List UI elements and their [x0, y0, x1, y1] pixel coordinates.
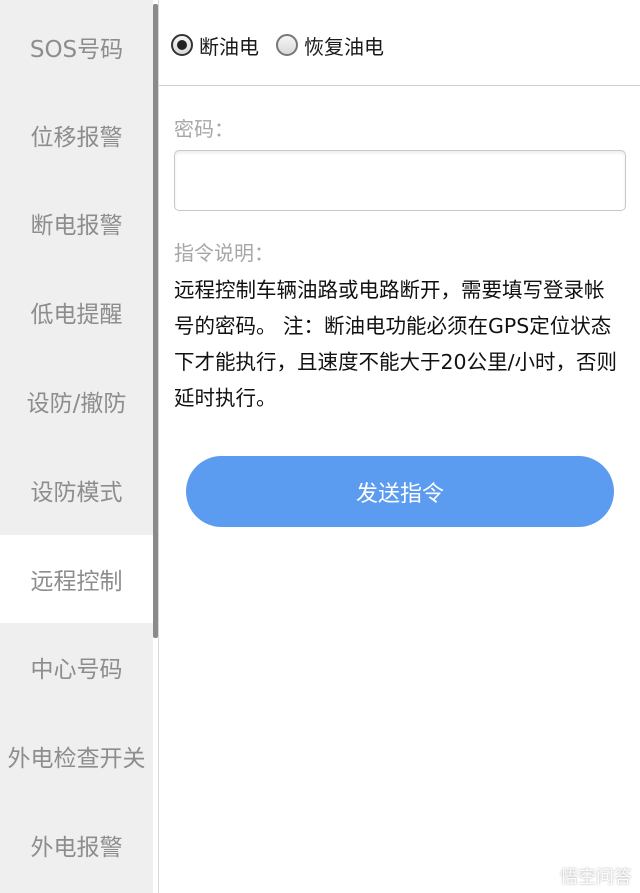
radio-group: 断油电 恢复油电 [159, 0, 640, 86]
radio-checked-icon[interactable] [171, 34, 193, 56]
radio-label: 恢复油电 [304, 34, 384, 59]
radio-unchecked-icon[interactable] [276, 34, 298, 56]
sidebar-item-sos-number[interactable]: SOS号码 [0, 3, 153, 91]
watermark: 悟空问答 [534, 863, 632, 889]
chat-bubble-icon [534, 867, 556, 886]
sidebar-item-label: 设防模式 [30, 480, 123, 506]
radio-restore-fuel[interactable]: 恢复油电 [276, 31, 384, 59]
sidebar-item-remote-control[interactable]: 远程控制 [0, 535, 153, 623]
sidebar-item-displacement-alarm[interactable]: 位移报警 [0, 91, 153, 179]
sidebar-item-label: 设防/撤防 [26, 391, 127, 417]
radio-cut-fuel[interactable]: 断油电 [171, 31, 259, 59]
password-input[interactable] [174, 150, 626, 211]
sidebar-item-low-battery[interactable]: 低电提醒 [0, 268, 153, 356]
password-label: 密码： [174, 117, 234, 141]
radio-label: 断油电 [199, 34, 259, 59]
sidebar-item-label: 低电提醒 [30, 302, 123, 328]
watermark-text: 悟空问答 [560, 867, 632, 888]
sidebar-item-label: 位移报警 [30, 125, 123, 151]
sidebar-item-label: 外电报警 [30, 835, 123, 861]
sidebar-item-external-power-check[interactable]: 外电检查开关 [0, 712, 153, 800]
sidebar-item-label: 外电检查开关 [7, 746, 146, 772]
sidebar-item-label: 断电报警 [30, 213, 123, 239]
sidebar: SOS号码 位移报警 断电报警 低电提醒 设防/撤防 设防模式 远程控制 中心号… [0, 0, 153, 893]
sidebar-item-power-off-alarm[interactable]: 断电报警 [0, 179, 153, 267]
send-command-button[interactable]: 发送指令 [186, 456, 614, 527]
sidebar-item-external-power-alarm[interactable]: 外电报警 [0, 801, 153, 889]
main-panel: 断油电 恢复油电 密码： 指令说明： 远程控制车辆油路或电路断开，需要填写登录帐… [159, 0, 640, 893]
sidebar-item-label: 中心号码 [30, 657, 123, 683]
instruction-text: 远程控制车辆油路或电路断开，需要填写登录帐号的密码。 注：断油电功能必须在GPS… [174, 278, 617, 410]
sidebar-item-arm-disarm[interactable]: 设防/撤防 [0, 357, 153, 445]
sidebar-item-arm-mode[interactable]: 设防模式 [0, 446, 153, 534]
app-screen: SOS号码 位移报警 断电报警 低电提醒 设防/撤防 设防模式 远程控制 中心号… [0, 0, 640, 893]
sidebar-item-center-number[interactable]: 中心号码 [0, 623, 153, 711]
sidebar-item-label: 远程控制 [30, 569, 123, 595]
instruction-label: 指令说明： [174, 241, 274, 265]
sidebar-item-label: SOS号码 [29, 37, 124, 63]
